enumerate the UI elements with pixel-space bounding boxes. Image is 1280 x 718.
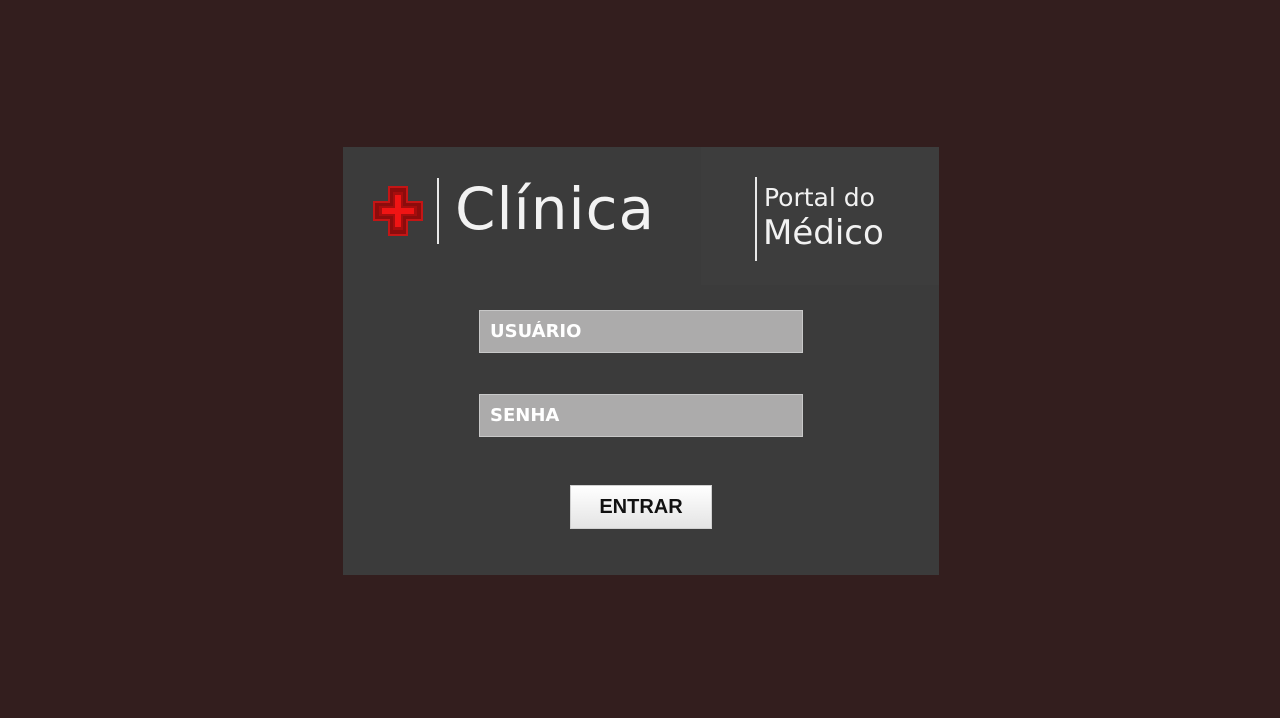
medical-cross-icon xyxy=(373,186,423,236)
login-panel: Clínica Portal do Médico ENTRAR xyxy=(343,147,939,575)
portal-divider xyxy=(755,177,757,261)
portal-title-line1: Portal do xyxy=(764,183,875,212)
logo-divider xyxy=(437,178,439,244)
login-page: Clínica Portal do Médico ENTRAR xyxy=(0,0,1280,718)
login-button[interactable]: ENTRAR xyxy=(570,485,712,529)
portal-title-line2: Médico xyxy=(763,213,884,253)
clinic-logo: Clínica xyxy=(371,177,655,245)
portal-title: Portal do Médico xyxy=(701,147,939,285)
username-input[interactable] xyxy=(479,310,803,353)
password-input[interactable] xyxy=(479,394,803,437)
clinic-name: Clínica xyxy=(455,175,656,243)
